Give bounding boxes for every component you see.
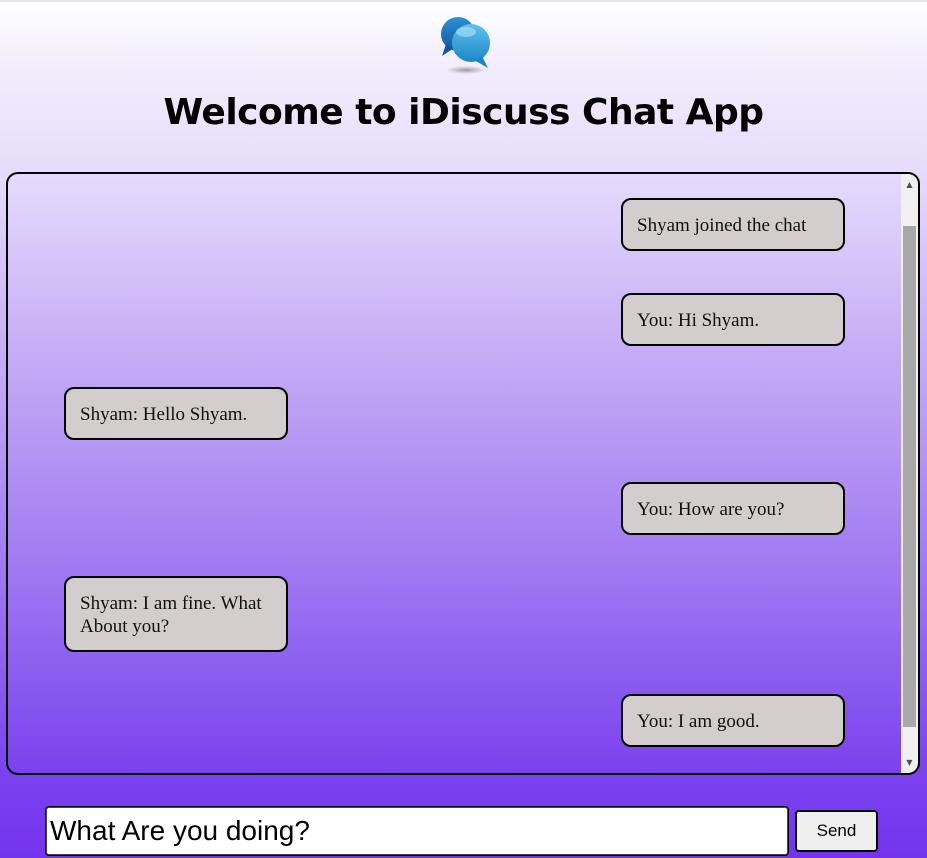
message-bubble-left: Shyam: Hello Shyam.: [64, 387, 288, 440]
chat-scrollbar[interactable]: ▲ ▼: [901, 174, 918, 773]
top-divider: [0, 0, 927, 2]
scrollbar-thumb[interactable]: [903, 226, 916, 727]
message-bubble-right: You: Hi Shyam.: [621, 293, 845, 346]
triangle-down-icon[interactable]: ▼: [901, 754, 918, 771]
message-bubble-right: Shyam joined the chat: [621, 198, 845, 251]
message-bubble-right: You: How are you?: [621, 482, 845, 535]
message-bubble-left: Shyam: I am fine. What About you?: [64, 576, 288, 652]
chat-bubbles-icon: [441, 17, 490, 74]
triangle-up-icon[interactable]: ▲: [901, 176, 918, 193]
send-button[interactable]: Send: [795, 810, 878, 852]
chat-container[interactable]: Shyam joined the chat You: Hi Shyam. Shy…: [6, 172, 920, 775]
message-input[interactable]: [45, 806, 789, 856]
message-bubble-right: You: I am good.: [621, 694, 845, 747]
page-title: Welcome to iDiscuss Chat App: [163, 92, 764, 133]
